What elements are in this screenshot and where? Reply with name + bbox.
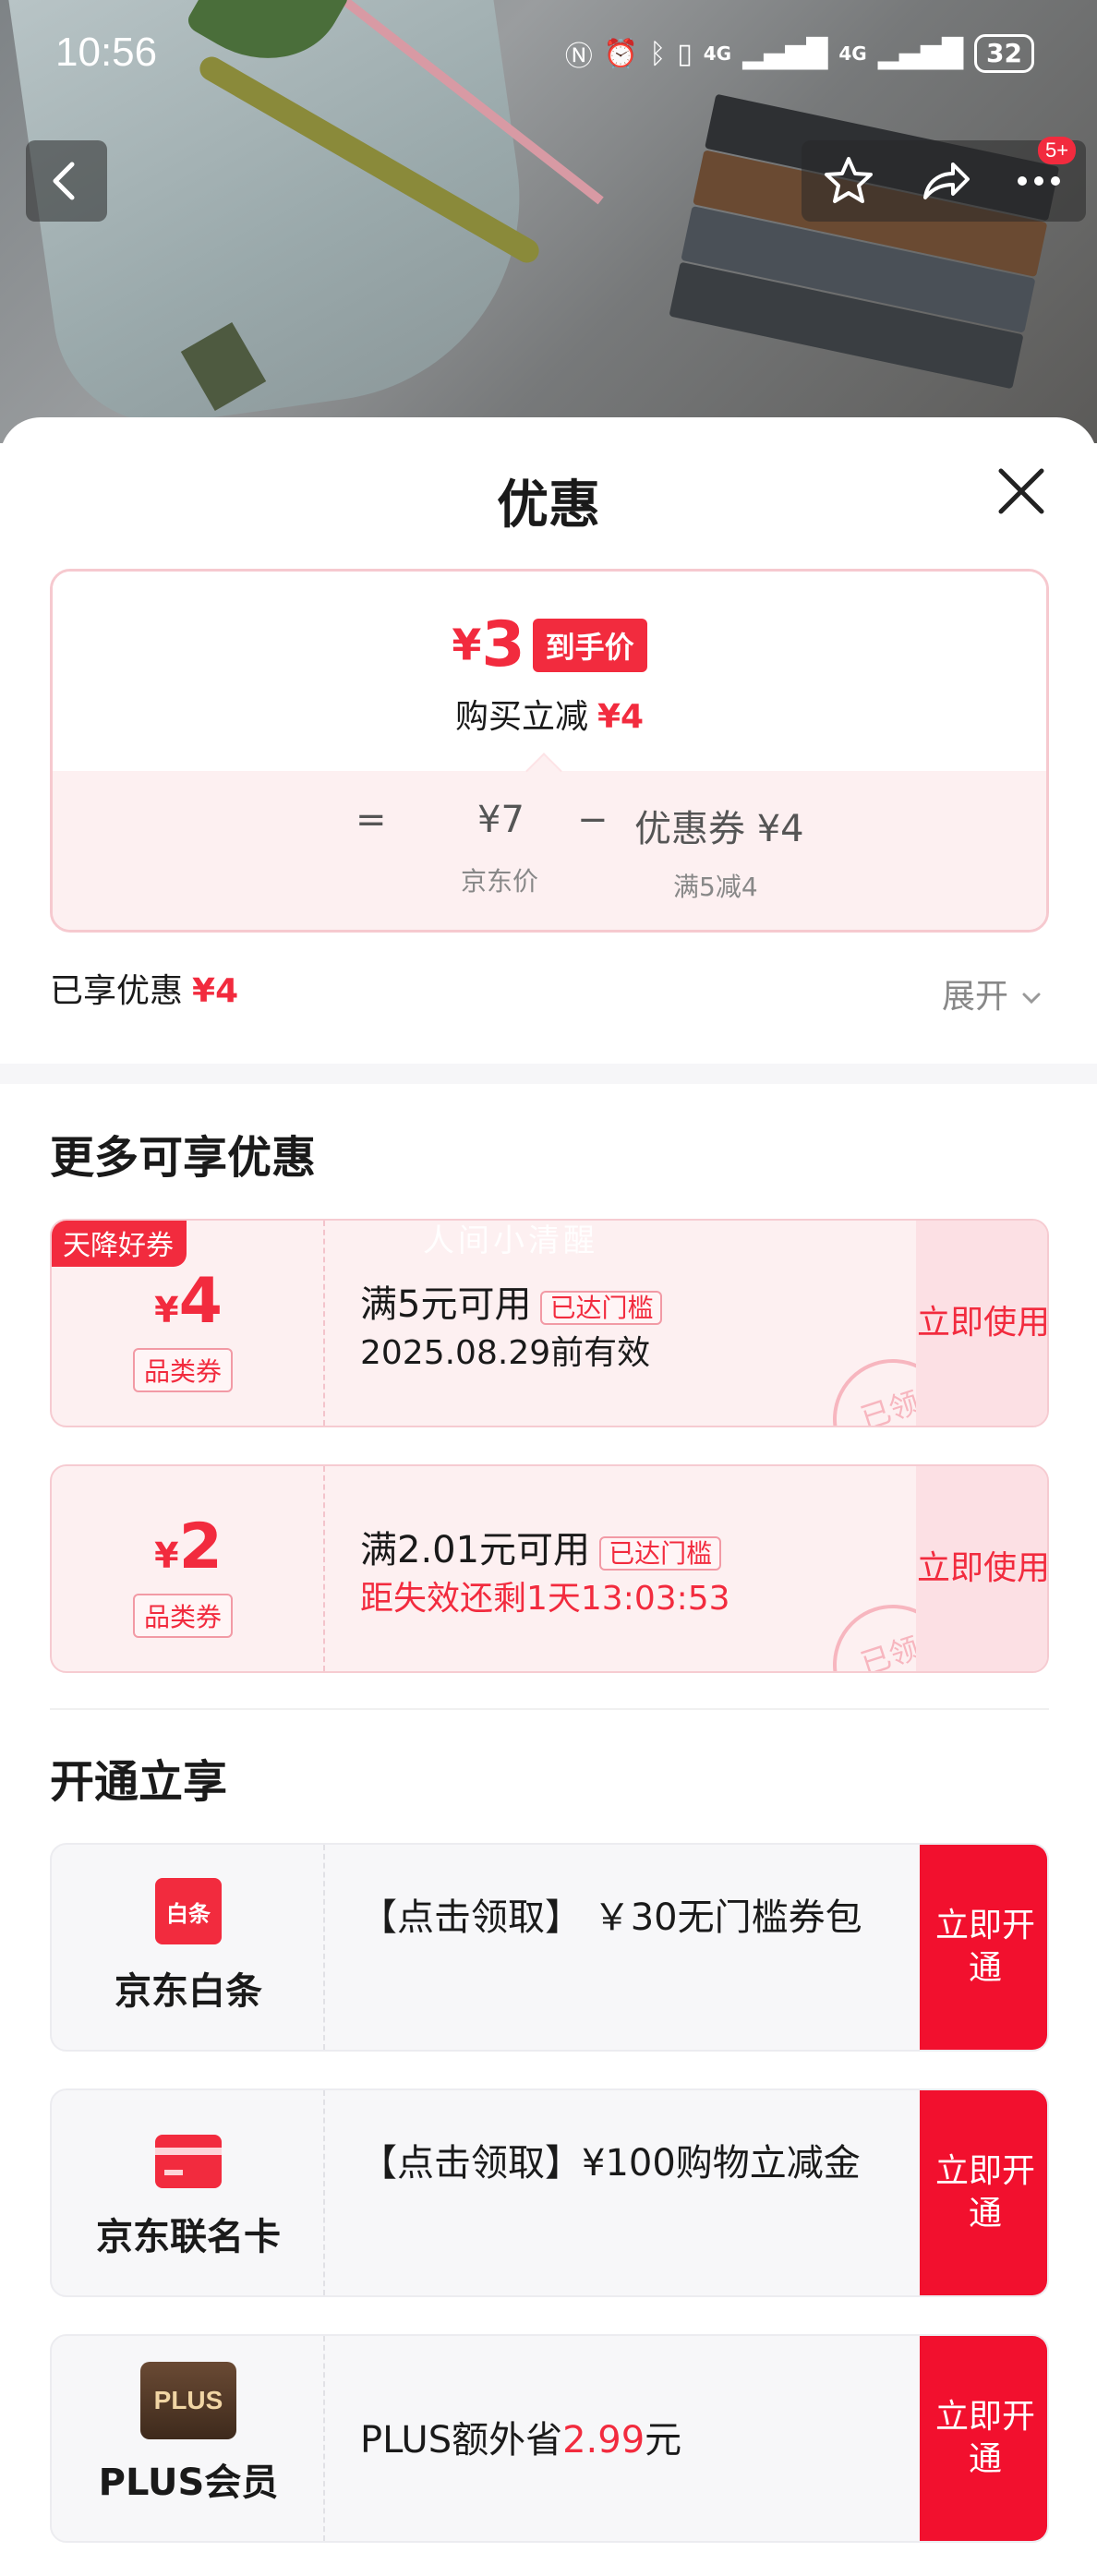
coupon-currency: ¥: [154, 1535, 179, 1576]
plus-logo-icon: PLUS: [140, 2362, 236, 2439]
coupon-value-area: ¥2 品类券: [52, 1466, 325, 1671]
price-summary-top: ¥3 到手价 购买立减 ¥4: [53, 572, 1046, 771]
back-button[interactable]: [26, 140, 107, 222]
share-icon[interactable]: [914, 151, 973, 211]
coupon-validity: 2025.08.29前有效: [360, 1334, 651, 1372]
battery-icon: 32: [974, 34, 1034, 73]
notification-badge: 5+: [1038, 137, 1077, 164]
benefit-brand-area: 白条 京东白条: [52, 1845, 325, 2050]
alarm-icon: ⏰: [603, 37, 639, 70]
coupon-currency: ¥: [154, 1290, 179, 1330]
credit-card-icon: [155, 2135, 222, 2188]
benefit-name: PLUS会员: [98, 2462, 279, 2504]
thin-divider: [50, 1708, 1049, 1710]
jd-price-label: 京东价: [461, 866, 539, 897]
open-now-button[interactable]: 立即开通: [920, 2090, 1047, 2295]
bluetooth-icon: ᛒ: [649, 37, 667, 70]
enjoyed-value: ¥4: [192, 972, 239, 1010]
open-now-button[interactable]: 立即开通: [920, 2336, 1047, 2541]
status-time: 10:56: [55, 30, 158, 75]
chevron-down-icon: [1022, 993, 1041, 1005]
plus-desc-prefix: PLUS额外省: [360, 2419, 563, 2462]
benefit-brand-area: 京东联名卡: [52, 2090, 325, 2295]
benefit-name: 京东白条: [115, 1970, 262, 2013]
enjoyed-discount: 已享优惠 ¥4: [50, 964, 238, 1012]
final-price: ¥3 到手价: [53, 608, 1046, 681]
section-divider: [0, 1064, 1097, 1084]
coupon-condition-text: 满2.01元可用: [360, 1529, 591, 1571]
benefit-description: 【点击领取】 ￥30无门槛券包: [360, 1896, 862, 1939]
equals-sign: =: [356, 799, 387, 841]
vibrate-icon: ▯: [677, 37, 693, 70]
coupon-condition: 满5元可用 已达门槛: [360, 1274, 663, 1328]
status-bar: 10:56 Ⓝ ⏰ ᛒ ▯ 4G ▂▄▆█ 4G ▂▄▆█ 32: [0, 0, 1097, 102]
benefit-name: 京东联名卡: [96, 2216, 281, 2258]
network-4g-label-1: 4G: [703, 42, 732, 65]
use-now-button[interactable]: 立即使用: [916, 1221, 1047, 1426]
sheet-title: 优惠: [497, 475, 600, 536]
coupon-card: ¥2 品类券 满2.01元可用 已达门槛 距失效还剩1天13:03:53 已领 立…: [50, 1464, 1049, 1673]
coupon-amount: ¥4: [52, 1265, 325, 1338]
use-now-button[interactable]: 立即使用: [916, 1466, 1047, 1671]
coupon-value: 优惠券 ¥4: [634, 808, 804, 850]
benefit-card-cobrand: 京东联名卡 【点击领取】¥100购物立减金 立即开通: [50, 2088, 1049, 2297]
coupon-flag: 天降好券: [52, 1221, 187, 1267]
open-benefits-title: 开通立享: [50, 1756, 228, 1808]
coupon-condition-text: 满5元可用: [360, 1283, 532, 1326]
price-breakdown: = ¥7 京东价 − 优惠券 ¥4 满5减4: [53, 771, 1046, 930]
coupon-countdown: 距失效还剩1天13:03:53: [360, 1580, 730, 1618]
benefit-description: PLUS额外省2.99元: [360, 2415, 914, 2465]
reduction-value: ¥4: [597, 698, 645, 736]
enjoyed-label: 已享优惠: [50, 972, 184, 1010]
nfc-icon: Ⓝ: [564, 41, 593, 73]
benefit-card-plus: PLUS PLUS会员 PLUS额外省2.99元 立即开通: [50, 2334, 1049, 2543]
star-icon[interactable]: [819, 151, 878, 211]
jd-price-value: ¥7: [477, 799, 524, 841]
coupon-condition: 满2.01元可用 已达门槛: [360, 1520, 722, 1573]
network-4g-label-2: 4G: [838, 42, 867, 65]
expand-toggle[interactable]: 展开: [942, 969, 1044, 1017]
coupon-amount-number: 4: [178, 1265, 223, 1338]
plus-desc-suffix: 元: [645, 2419, 682, 2462]
final-price-tag: 到手价: [532, 618, 647, 672]
coupon-category: 品类券: [133, 1594, 234, 1638]
watermark: 人间小清醒: [423, 1222, 598, 1259]
close-icon[interactable]: [995, 465, 1047, 517]
more-discounts-title: 更多可享优惠: [50, 1132, 317, 1184]
final-price-currency: ¥: [452, 620, 482, 670]
purchase-reduction: 购买立减 ¥4: [53, 690, 1046, 738]
reduction-label: 购买立减: [454, 698, 588, 736]
threshold-badge: 已达门槛: [599, 1536, 722, 1571]
signal-icon-2: ▂▄▆█: [877, 37, 964, 70]
baitiao-logo-icon: 白条: [155, 1878, 222, 1944]
coupon-condition: 满5减4: [673, 872, 758, 902]
benefit-description: 【点击领取】¥100购物立减金: [360, 2142, 861, 2185]
price-summary: ¥3 到手价 购买立减 ¥4 = ¥7 京东价 − 优惠券 ¥4 满5减4: [50, 569, 1049, 933]
signal-icon-1: ▂▄▆█: [742, 37, 828, 70]
plus-desc-value: 2.99: [562, 2419, 645, 2462]
minus-sign: −: [577, 799, 609, 841]
coupon-amount-number: 2: [178, 1511, 223, 1583]
discount-sheet: 优惠 ¥3 到手价 购买立减 ¥4 = ¥7 京东价 − 优惠券 ¥4 满5减4 已…: [0, 417, 1097, 2576]
expand-label: 展开: [942, 978, 1009, 1016]
benefit-card-baitiao: 白条 京东白条 【点击领取】 ￥30无门槛券包 立即开通: [50, 1843, 1049, 2052]
final-price-amount: 3: [481, 608, 525, 681]
status-icons: Ⓝ ⏰ ᛒ ▯ 4G ▂▄▆█ 4G ▂▄▆█ 32: [565, 33, 1034, 74]
open-now-button[interactable]: 立即开通: [920, 1845, 1047, 2050]
coupon-category: 品类券: [133, 1348, 234, 1392]
chevron-left-icon: [53, 162, 75, 200]
benefit-brand-area: PLUS PLUS会员: [52, 2336, 325, 2541]
coupon-amount: ¥2: [52, 1511, 325, 1583]
threshold-badge: 已达门槛: [540, 1291, 663, 1325]
